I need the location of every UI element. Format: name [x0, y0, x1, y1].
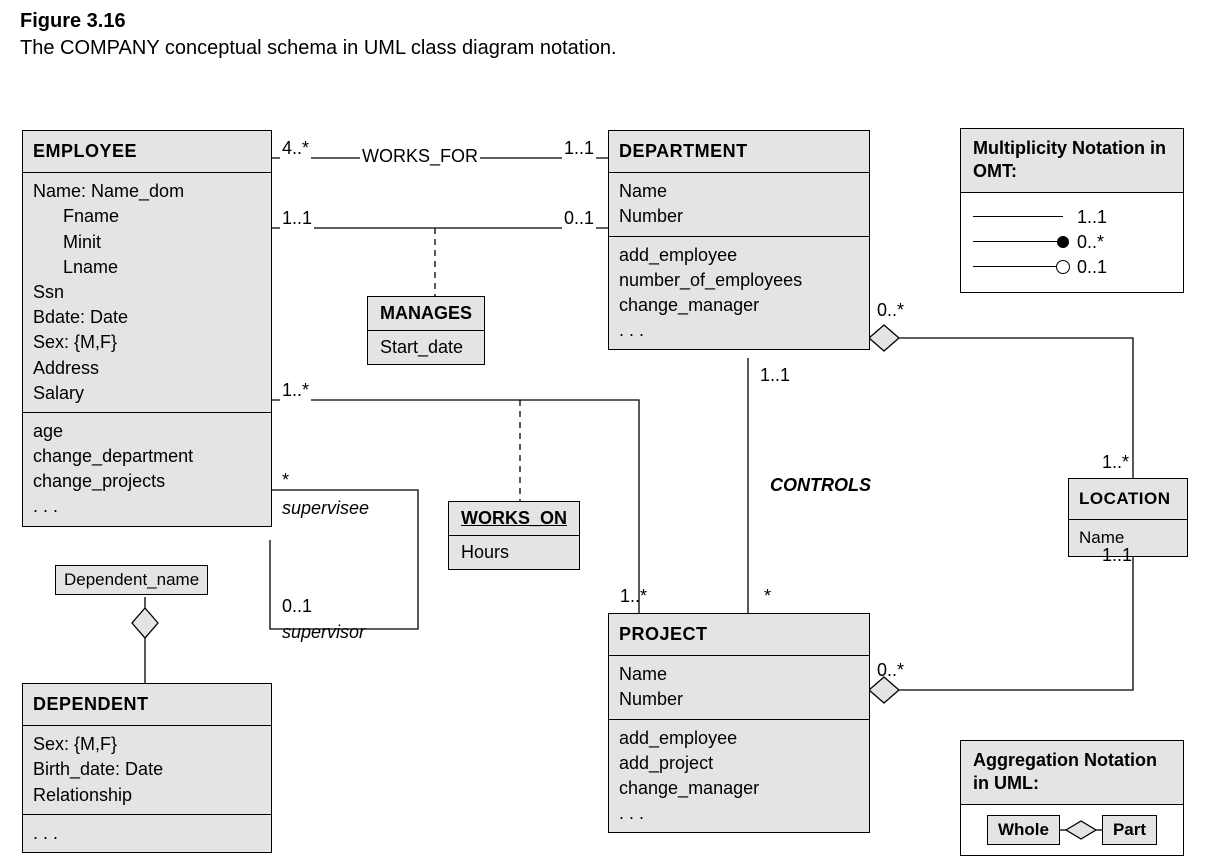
legend-title: Aggregation Notation in UML:: [961, 741, 1183, 805]
legend-row: 1..1: [973, 207, 1171, 228]
class-department: DEPARTMENT Name Number add_employee numb…: [608, 130, 870, 350]
mult-department-worksfor: 1..1: [562, 138, 596, 159]
class-title: DEPARTMENT: [609, 131, 869, 172]
legend-omt: Multiplicity Notation in OMT: 1..1 0..* …: [960, 128, 1184, 293]
mult-employee-workson: 1..*: [280, 380, 311, 401]
part-box: Part: [1102, 815, 1157, 845]
figure-caption: The COMPANY conceptual schema in UML cla…: [20, 37, 617, 60]
mult-supervisor: 0..1: [280, 596, 314, 617]
figure-number: Figure 3.16: [20, 10, 617, 33]
qualifier-dependent-name: Dependent_name: [55, 565, 208, 595]
mult-supervisee: *: [280, 470, 291, 491]
line-circle-icon: [973, 266, 1063, 268]
class-dependent: DEPENDENT Sex: {M,F} Birth_date: Date Re…: [22, 683, 272, 853]
mult-employee-manages: 1..1: [280, 208, 314, 229]
mult-department-manages: 0..1: [562, 208, 596, 229]
assoc-class-manages: MANAGES Start_date: [367, 296, 485, 365]
class-attributes: Sex: {M,F} Birth_date: Date Relationship: [23, 725, 271, 814]
class-project: PROJECT Name Number add_employee add_pro…: [608, 613, 870, 833]
class-employee: EMPLOYEE Name: Name_dom Fname Minit Lnam…: [22, 130, 272, 527]
assoc-class-title: MANAGES: [368, 297, 484, 330]
class-attributes: Name Number: [609, 655, 869, 718]
mult-employee-worksfor: 4..*: [280, 138, 311, 159]
class-attributes: Name: Name_dom Fname Minit Lname Ssn Bda…: [23, 172, 271, 412]
class-title: LOCATION: [1069, 479, 1187, 519]
line-dot-icon: [973, 241, 1063, 243]
mult-location-proj: 1..1: [1100, 545, 1134, 566]
mult-dept-controls: 1..1: [758, 365, 792, 386]
class-operations: age change_department change_projects . …: [23, 412, 271, 526]
class-title: PROJECT: [609, 614, 869, 655]
legend-title: Multiplicity Notation in OMT:: [961, 129, 1183, 193]
class-operations: . . .: [23, 814, 271, 852]
class-title: DEPENDENT: [23, 684, 271, 725]
assoc-class-works-on: WORKS_ON Hours: [448, 501, 580, 570]
diamond-icon: [1060, 818, 1102, 842]
class-title: EMPLOYEE: [23, 131, 271, 172]
whole-box: Whole: [987, 815, 1060, 845]
mult-proj-location: 0..*: [875, 660, 906, 681]
legend-body: 1..1 0..* 0..1: [961, 193, 1183, 292]
assoc-class-attr: Start_date: [368, 330, 484, 364]
class-operations: add_employee add_project change_manager …: [609, 719, 869, 833]
mult-location-dept: 1..*: [1100, 452, 1131, 473]
assoc-name-controls: CONTROLS: [768, 475, 873, 496]
role-supervisor: supervisor: [280, 622, 367, 643]
role-supervisee: supervisee: [280, 498, 371, 519]
legend-row: 0..*: [973, 232, 1171, 253]
legend-body: Whole Part: [961, 805, 1183, 855]
mult-dept-location: 0..*: [875, 300, 906, 321]
mult-project-workson-left: 1..*: [618, 586, 649, 607]
legend-row: 0..1: [973, 257, 1171, 278]
assoc-class-title: WORKS_ON: [449, 502, 579, 535]
assoc-class-attr: Hours: [449, 535, 579, 569]
assoc-name-worksfor: WORKS_FOR: [360, 146, 480, 167]
class-attributes: Name Number: [609, 172, 869, 235]
class-operations: add_employee number_of_employees change_…: [609, 236, 869, 350]
line-icon: [973, 216, 1063, 218]
mult-project-workson: *: [762, 586, 773, 607]
legend-aggregation: Aggregation Notation in UML: Whole Part: [960, 740, 1184, 856]
